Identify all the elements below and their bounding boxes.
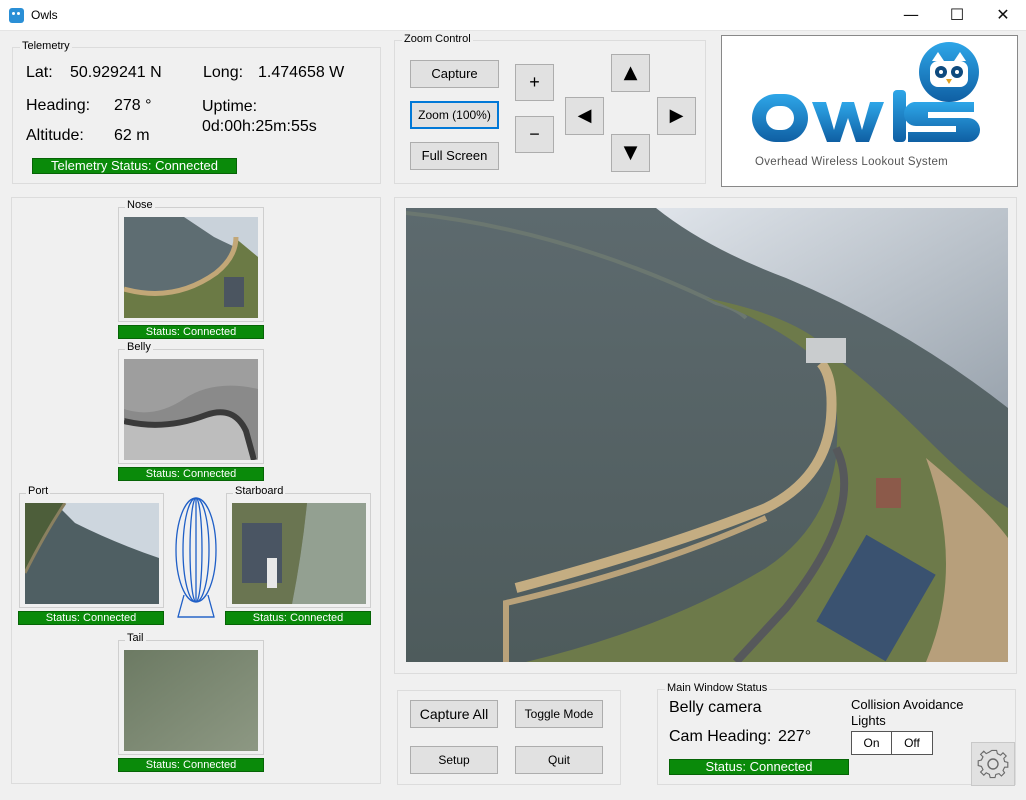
logo-tagline: Overhead Wireless Lookout System <box>755 156 949 168</box>
lat-value: 50.929241 N <box>70 64 162 81</box>
heading-value: 278 ° <box>114 97 152 114</box>
zoom-out-button[interactable]: − <box>515 116 554 153</box>
cam-heading-value: 227° <box>778 728 812 745</box>
long-label: Long: <box>203 64 244 81</box>
nose-camera-status: Status: Connected <box>118 325 264 339</box>
lights-off-option[interactable]: Off <box>892 732 932 754</box>
starboard-camera-label: Starboard <box>233 485 286 497</box>
nose-camera-feed[interactable] <box>124 217 258 318</box>
starboard-camera-feed[interactable] <box>232 503 366 604</box>
capture-button[interactable]: Capture <box>410 60 499 88</box>
main-camera-feed[interactable] <box>406 208 1008 662</box>
selected-camera-name: Belly camera <box>669 699 762 716</box>
port-camera-feed[interactable] <box>25 503 159 604</box>
telemetry-status-bar: Telemetry Status: Connected <box>32 158 237 174</box>
pan-down-button[interactable]: ▼ <box>611 134 650 172</box>
zoom-control-group-label: Zoom Control <box>402 33 473 45</box>
owls-logo: Overhead Wireless Lookout System <box>721 35 1018 187</box>
cam-heading-label: Cam Heading: <box>669 728 772 745</box>
tail-camera-status: Status: Connected <box>118 758 264 772</box>
gear-icon <box>977 749 1009 779</box>
telemetry-group: Telemetry Lat: 50.929241 N Long: 1.47465… <box>12 40 381 184</box>
full-screen-button[interactable]: Full Screen <box>410 142 499 170</box>
maximize-button[interactable]: ☐ <box>934 0 980 31</box>
main-window-status-bar: Status: Connected <box>669 759 849 775</box>
settings-button[interactable] <box>971 742 1015 786</box>
uptime-value: 0d:00h:25m:55s <box>202 118 317 135</box>
collision-lights-toggle: On Off <box>851 731 933 755</box>
nose-camera-label: Nose <box>125 199 155 211</box>
port-camera-label: Port <box>26 485 51 497</box>
window-title: Owls <box>31 8 58 22</box>
zoom-button[interactable]: Zoom (100%) <box>410 101 499 129</box>
capture-all-button[interactable]: Capture All <box>410 700 498 728</box>
tail-camera-label: Tail <box>125 632 146 644</box>
pan-up-button[interactable]: ▲ <box>611 54 650 92</box>
pan-left-button[interactable]: ◀ <box>565 97 604 135</box>
lights-on-option[interactable]: On <box>852 732 892 754</box>
belly-camera-feed[interactable] <box>124 359 258 460</box>
aircraft-diagram <box>175 497 217 618</box>
minimize-button[interactable]: — <box>888 0 934 31</box>
close-button[interactable]: ✕ <box>980 0 1026 31</box>
owl-app-icon <box>9 8 24 23</box>
pan-right-button[interactable]: ▶ <box>657 97 696 135</box>
tail-camera-feed[interactable] <box>124 650 258 751</box>
quit-button[interactable]: Quit <box>515 746 603 774</box>
title-bar: Owls — ☐ ✕ <box>0 0 1026 31</box>
altitude-label: Altitude: <box>26 127 84 144</box>
lat-label: Lat: <box>26 64 53 81</box>
main-window-status-label: Main Window Status <box>665 682 770 694</box>
belly-camera-label: Belly <box>125 341 153 353</box>
setup-button[interactable]: Setup <box>410 746 498 774</box>
collision-lights-title: Collision Avoidance Lights <box>851 697 964 728</box>
zoom-in-button[interactable]: + <box>515 64 554 101</box>
toggle-mode-button[interactable]: Toggle Mode <box>515 700 603 728</box>
belly-camera-status: Status: Connected <box>118 467 264 481</box>
port-camera-status: Status: Connected <box>18 611 164 625</box>
starboard-camera-status: Status: Connected <box>225 611 371 625</box>
long-value: 1.474658 W <box>258 64 345 81</box>
uptime-label: Uptime: <box>202 98 258 115</box>
telemetry-group-label: Telemetry <box>20 40 72 52</box>
heading-label: Heading: <box>26 97 91 114</box>
altitude-value: 62 m <box>114 127 150 144</box>
